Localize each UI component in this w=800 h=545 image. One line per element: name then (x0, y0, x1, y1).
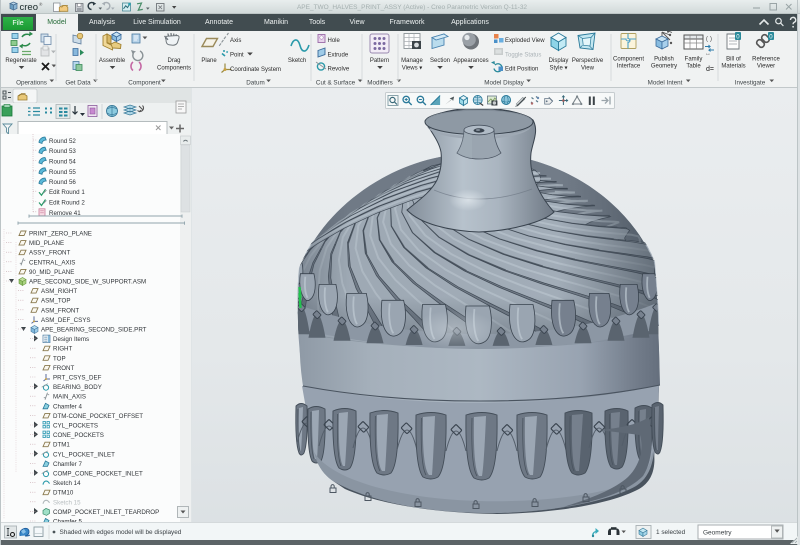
svg-text:Style ▾: Style ▾ (549, 66, 567, 72)
svg-text:CYL_POCKETS: CYL_POCKETS (53, 423, 98, 430)
svg-text:Geometry: Geometry (703, 530, 732, 537)
svg-text:Sketch 15: Sketch 15 (53, 499, 81, 506)
svg-text:DTM-CONE_POCKET_OFFSET: DTM-CONE_POCKET_OFFSET (53, 413, 143, 420)
svg-text:MID_PLANE: MID_PLANE (29, 240, 64, 247)
svg-text:Manage: Manage (401, 58, 423, 64)
svg-text:Exploded View: Exploded View (505, 38, 545, 44)
svg-text:COMP_CONE_POCKET_INLET: COMP_CONE_POCKET_INLET (53, 471, 143, 478)
svg-text:PRT_CSYS_DEF: PRT_CSYS_DEF (53, 375, 102, 382)
svg-text:Cut & Surface: Cut & Surface (316, 80, 356, 87)
svg-text:Datum: Datum (246, 80, 265, 87)
svg-text:ASM_TOP: ASM_TOP (41, 298, 70, 305)
svg-text:ASSY_FRONT: ASSY_FRONT (29, 250, 70, 257)
svg-text:Hole: Hole (328, 38, 341, 44)
svg-text:Interface: Interface (617, 64, 641, 70)
svg-text:Model Display: Model Display (484, 80, 524, 87)
svg-text:Extrude: Extrude (328, 53, 349, 59)
svg-text:Drag: Drag (167, 58, 180, 64)
svg-text:FRONT: FRONT (53, 365, 75, 372)
svg-text:Shaded with edges model will b: Shaded with edges model will be displaye… (60, 529, 182, 536)
svg-text:Publish: Publish (654, 57, 674, 63)
svg-text:ASM_FRONT: ASM_FRONT (41, 307, 79, 314)
svg-text:Get Data: Get Data (65, 80, 91, 87)
svg-text:Point: Point (230, 53, 244, 59)
svg-text:ASM_DEF_CSYS: ASM_DEF_CSYS (41, 317, 91, 324)
svg-text:CYL_POCKET_INLET: CYL_POCKET_INLET (53, 451, 115, 458)
svg-text:( ): ( ) (706, 36, 712, 43)
svg-text:BEARING_BODY: BEARING_BODY (53, 384, 102, 391)
svg-text:PRINT_ZERO_PLANE: PRINT_ZERO_PLANE (29, 231, 92, 238)
svg-text:Component: Component (128, 80, 161, 87)
svg-text:Coordinate System: Coordinate System (230, 67, 281, 73)
svg-text:Chamfer 7: Chamfer 7 (53, 461, 82, 468)
svg-text:®: ® (39, 1, 43, 7)
svg-text:↔: ↔ (705, 51, 711, 57)
svg-text:Round 53: Round 53 (49, 148, 76, 155)
svg-text:Revolve: Revolve (328, 67, 350, 73)
svg-text:CONE_POCKETS: CONE_POCKETS (53, 432, 104, 439)
svg-text:Components: Components (157, 66, 191, 72)
svg-text:Modifiers: Modifiers (367, 80, 393, 87)
svg-text:Investigate: Investigate (735, 80, 766, 87)
svg-text:Sketch 14: Sketch 14 (53, 480, 81, 487)
svg-text:View: View (581, 66, 595, 72)
svg-text:Round 55: Round 55 (49, 169, 76, 176)
svg-text:Views ▾: Views ▾ (402, 66, 423, 72)
svg-text:DTM10: DTM10 (53, 490, 74, 497)
svg-text:Edit Round 1: Edit Round 1 (49, 189, 85, 196)
svg-text:TOP: TOP (53, 355, 66, 362)
svg-text:CENTRAL_AXIS: CENTRAL_AXIS (29, 259, 75, 266)
svg-text:creo: creo (20, 2, 38, 13)
svg-text:APE_BEARING_SECOND_SIDE.PRT: APE_BEARING_SECOND_SIDE.PRT (41, 327, 147, 334)
svg-text:Design Items: Design Items (53, 336, 89, 343)
svg-text:Sketch: Sketch (288, 58, 306, 64)
svg-text:Edit Position: Edit Position (505, 67, 538, 73)
svg-text:Axis: Axis (230, 38, 241, 44)
svg-text:Operations: Operations (16, 80, 47, 87)
svg-text:1 selected: 1 selected (656, 529, 686, 536)
svg-text:Perspective: Perspective (572, 58, 604, 64)
svg-text:COMP_POCKET_INLET_TEARDROP: COMP_POCKET_INLET_TEARDROP (53, 509, 159, 516)
svg-text:Regenerate: Regenerate (5, 58, 37, 64)
svg-text:Round 54: Round 54 (49, 159, 76, 166)
svg-text:APE_TWO_HALVES_PRINT_ASSY (Act: APE_TWO_HALVES_PRINT_ASSY (Active) - Cre… (297, 4, 527, 11)
svg-text:Materials: Materials (721, 64, 745, 70)
svg-text:Component: Component (613, 57, 644, 63)
svg-text:Section: Section (430, 58, 450, 64)
svg-text:DTM1: DTM1 (53, 442, 70, 449)
svg-text:90_MID_PLANE: 90_MID_PLANE (29, 269, 74, 276)
svg-text:Geometry: Geometry (651, 64, 677, 70)
svg-text:Table: Table (686, 64, 701, 70)
svg-text:APE_SECOND_SIDE_W_SUPPORT.ASM: APE_SECOND_SIDE_W_SUPPORT.ASM (29, 279, 146, 286)
svg-text:Viewer: Viewer (757, 64, 775, 70)
svg-text:Pattern: Pattern (370, 58, 389, 64)
svg-text:Reference: Reference (752, 57, 780, 63)
svg-text:Display: Display (549, 58, 569, 64)
svg-text:Bill of: Bill of (726, 57, 741, 63)
svg-text:d=: d= (706, 66, 714, 73)
svg-text:Assemble: Assemble (99, 58, 126, 64)
svg-text:Edit Round 2: Edit Round 2 (49, 200, 85, 207)
svg-text:RIGHT: RIGHT (53, 346, 72, 353)
svg-text:Appearances: Appearances (453, 58, 488, 64)
svg-text:MAIN_AXIS: MAIN_AXIS (53, 394, 86, 401)
svg-text:Model Intent: Model Intent (648, 80, 683, 87)
svg-text:Round 52: Round 52 (49, 138, 76, 145)
svg-text:Toggle Status: Toggle Status (505, 53, 541, 59)
svg-text:Round 56: Round 56 (49, 179, 76, 186)
svg-text:Chamfer 4: Chamfer 4 (53, 403, 82, 410)
svg-text:Plane: Plane (201, 58, 217, 64)
svg-text:ASM_RIGHT: ASM_RIGHT (41, 288, 77, 295)
svg-text:Family: Family (685, 57, 703, 63)
